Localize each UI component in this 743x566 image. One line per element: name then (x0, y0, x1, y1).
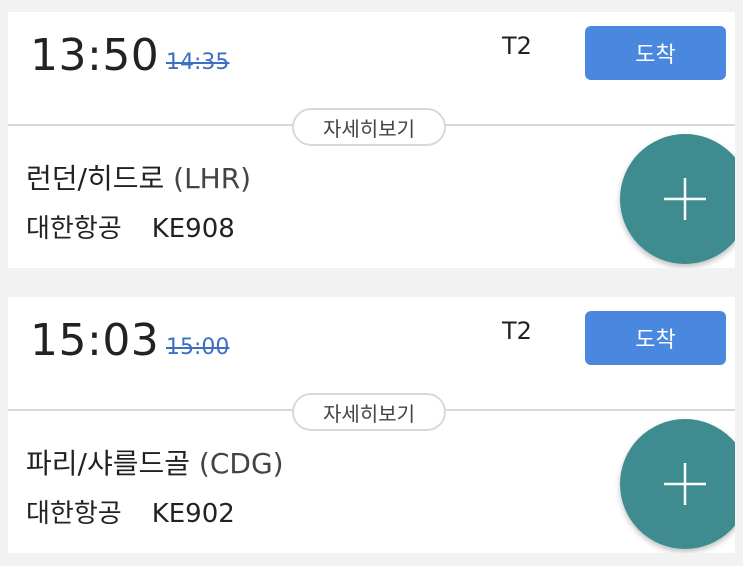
terminal-label: T2 (502, 317, 532, 345)
flight-card: 15:03 15:00 T2 도착 자세히보기 파리/샤를드골 (CDG) 대한… (8, 297, 735, 553)
terminal-label: T2 (502, 32, 532, 60)
actual-time: 15:03 (30, 315, 160, 366)
scheduled-time: 14:35 (166, 50, 230, 75)
scheduled-time: 15:00 (166, 335, 230, 360)
destination: 파리/샤를드골 (CDG) (26, 442, 284, 482)
plus-icon (664, 178, 706, 220)
destination: 런던/히드로 (LHR) (26, 157, 251, 197)
airline-name: 대한항공 (26, 214, 122, 244)
add-button[interactable] (620, 134, 735, 264)
airline-name: 대한항공 (26, 499, 122, 529)
details-button[interactable]: 자세히보기 (292, 108, 446, 146)
actual-time: 13:50 (30, 30, 160, 81)
add-button[interactable] (620, 419, 735, 549)
airport-code: (CDG) (198, 447, 284, 480)
destination-city: 파리/샤를드골 (26, 447, 190, 480)
destination-city: 런던/히드로 (26, 162, 165, 195)
plus-icon (664, 463, 706, 505)
details-button[interactable]: 자세히보기 (292, 393, 446, 431)
flight-number: KE908 (151, 214, 235, 244)
airline-info: 대한항공 KE902 (26, 493, 235, 530)
airport-code: (LHR) (173, 162, 252, 195)
flight-number: KE902 (151, 499, 235, 529)
status-button[interactable]: 도착 (585, 311, 726, 365)
status-button[interactable]: 도착 (585, 26, 726, 80)
flight-card: 13:50 14:35 T2 도착 자세히보기 런던/히드로 (LHR) 대한항… (8, 12, 735, 268)
airline-info: 대한항공 KE908 (26, 208, 235, 245)
